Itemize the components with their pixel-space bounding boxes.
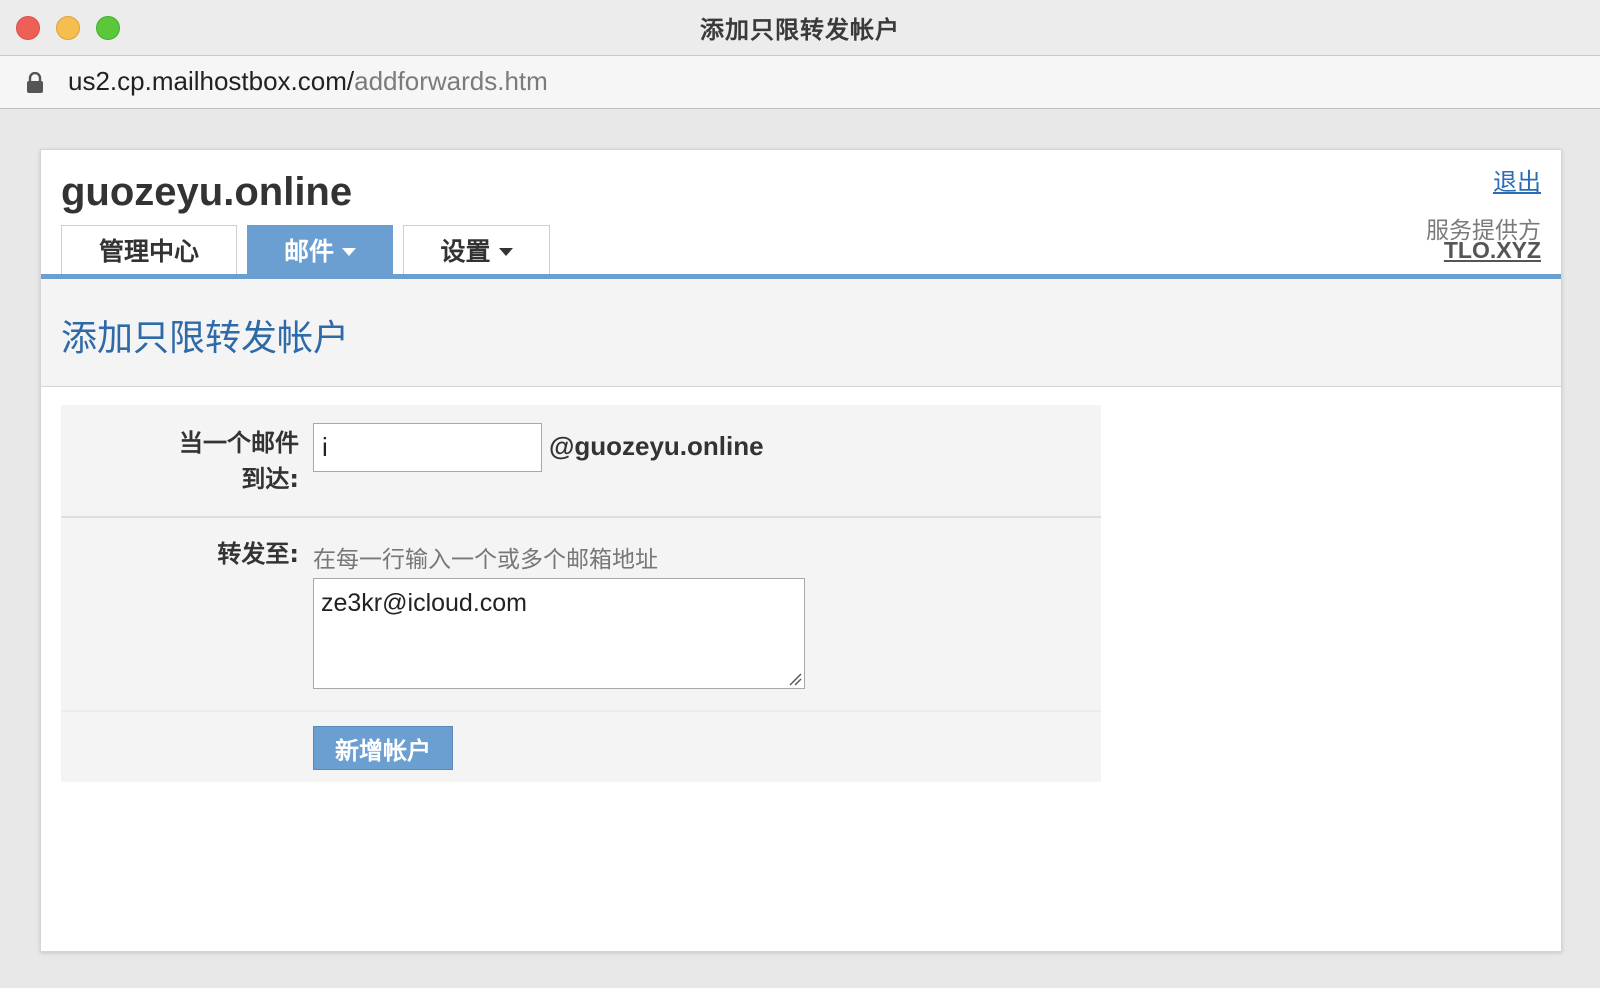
forward-addresses-textarea[interactable]: ze3kr@icloud.com xyxy=(313,578,805,689)
page-card: guozeyu.online 退出 服务提供方 TLO.XYZ 管理中心 邮件 … xyxy=(40,149,1562,952)
url-host: us2.cp.mailhostbox.com/ xyxy=(68,66,355,96)
form-row-account: 当一个邮件 到达: @guozeyu.online xyxy=(61,405,1101,518)
provider-link[interactable]: TLO.XYZ xyxy=(1444,237,1541,264)
tab-settings[interactable]: 设置 xyxy=(403,225,550,274)
domain-suffix: @guozeyu.online xyxy=(549,431,764,461)
domain-title: guozeyu.online xyxy=(61,170,353,214)
caret-down-icon xyxy=(342,248,356,256)
caret-down-icon xyxy=(498,248,513,256)
arrive-label: 当一个邮件 到达: xyxy=(99,425,299,497)
add-account-button-label: 新增帐户 xyxy=(335,736,431,765)
tab-label: 管理中心 xyxy=(98,237,199,266)
window-titlebar: 添加只限转发帐户 xyxy=(0,0,1600,56)
page-title: 添加只限转发帐户 xyxy=(61,318,350,359)
lock-icon xyxy=(27,72,43,93)
form-row-submit: 新增帐户 xyxy=(61,712,1101,782)
forward-hint: 在每一行输入一个或多个邮箱地址 xyxy=(313,547,658,573)
arrive-label-line1: 当一个邮件 xyxy=(179,429,299,457)
window-title: 添加只限转发帐户 xyxy=(700,16,900,44)
section-header: 添加只限转发帐户 xyxy=(41,279,1561,387)
url-text[interactable]: us2.cp.mailhostbox.com/addforwards.htm xyxy=(68,66,548,97)
tab-label: 设置 xyxy=(440,237,491,266)
account-input[interactable] xyxy=(313,423,542,472)
add-forward-form: 当一个邮件 到达: @guozeyu.online 转发至: 在每一行输入一个或… xyxy=(61,405,1101,782)
resize-handle-icon[interactable] xyxy=(788,672,802,686)
url-path: addforwards.htm xyxy=(354,66,548,96)
logout-link[interactable]: 退出 xyxy=(1493,162,1541,197)
tab-admin-center[interactable]: 管理中心 xyxy=(61,225,237,274)
forward-label: 转发至: xyxy=(217,540,299,568)
tab-label: 邮件 xyxy=(283,237,334,266)
form-row-forward: 转发至: 在每一行输入一个或多个邮箱地址 ze3kr@icloud.com xyxy=(61,518,1101,712)
arrive-label-line2: 到达: xyxy=(241,465,299,493)
add-account-button[interactable]: 新增帐户 xyxy=(313,726,453,770)
tab-mail[interactable]: 邮件 xyxy=(247,225,393,274)
